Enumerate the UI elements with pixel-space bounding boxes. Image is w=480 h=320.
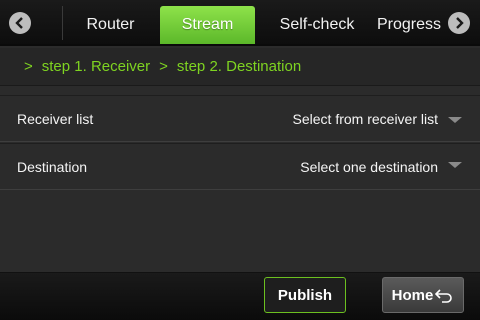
receiver-list-row[interactable]: Receiver list Select from receiver list bbox=[0, 95, 480, 142]
tab-divider bbox=[62, 6, 63, 40]
breadcrumb-separator: > bbox=[24, 58, 33, 75]
tab-bar: Router Stream Self-check Progress bbox=[0, 0, 480, 46]
breadcrumb: > step 1. Receiver > step 2. Destination bbox=[0, 48, 480, 86]
breadcrumb-step-destination[interactable]: step 2. Destination bbox=[177, 58, 301, 75]
receiver-list-select[interactable]: Select from receiver list bbox=[293, 111, 438, 127]
breadcrumb-separator: > bbox=[159, 58, 168, 75]
destination-select[interactable]: Select one destination bbox=[300, 159, 438, 175]
tab-self-check[interactable]: Self-check bbox=[262, 6, 372, 44]
chevron-left-icon[interactable] bbox=[9, 12, 31, 34]
dropdown-caret-icon[interactable] bbox=[448, 162, 462, 168]
return-arrow-icon bbox=[435, 289, 453, 303]
home-button-label: Home bbox=[391, 286, 434, 304]
chevron-right-icon[interactable] bbox=[448, 12, 470, 34]
tab-router[interactable]: Router bbox=[63, 6, 158, 44]
tab-stream[interactable]: Stream bbox=[160, 6, 255, 44]
destination-label: Destination bbox=[17, 158, 88, 175]
dropdown-caret-icon[interactable] bbox=[448, 117, 462, 123]
breadcrumb-step-receiver[interactable]: step 1. Receiver bbox=[42, 58, 150, 75]
tab-progress[interactable]: Progress bbox=[372, 6, 446, 44]
home-button[interactable]: Home bbox=[382, 277, 464, 313]
footer-bar: Publish Home bbox=[0, 272, 480, 320]
publish-button[interactable]: Publish bbox=[264, 277, 346, 313]
destination-row[interactable]: Destination Select one destination bbox=[0, 143, 480, 190]
receiver-list-label: Receiver list bbox=[17, 110, 94, 127]
